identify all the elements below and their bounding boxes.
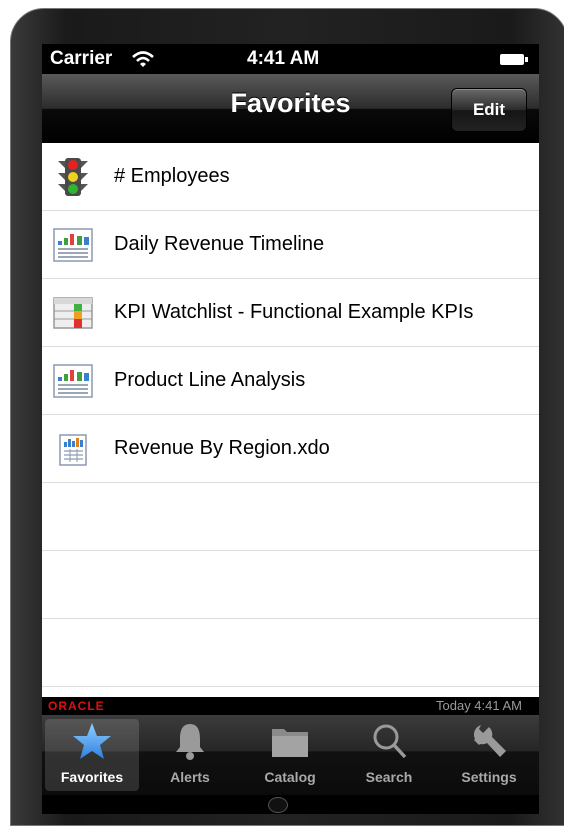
tab-label: Search <box>365 769 413 785</box>
phone-screen: Carrier 4:41 AM Favorites Edit # Employe… <box>42 44 539 814</box>
list-item-label: Revenue By Region.xdo <box>114 437 330 459</box>
status-time: 4:41 AM <box>247 48 320 69</box>
tab-catalog[interactable]: Catalog <box>243 719 337 791</box>
list-item-label: Daily Revenue Timeline <box>114 233 325 255</box>
home-button[interactable] <box>268 797 288 813</box>
last-updated-text: Today 4:41 AM <box>436 698 522 713</box>
search-icon <box>373 724 407 759</box>
oracle-logo: ORACLE <box>48 699 105 713</box>
battery-icon <box>500 54 528 65</box>
wifi-icon <box>132 51 154 67</box>
tab-favorites[interactable]: Favorites <box>45 719 139 791</box>
list-item[interactable]: Revenue By Region.xdo <box>42 415 539 483</box>
footer-bar: ORACLE Today 4:41 AM <box>42 697 539 715</box>
tab-search[interactable]: Search <box>342 719 436 791</box>
tab-label: Favorites <box>60 769 124 785</box>
dashboard-report-icon <box>53 364 93 398</box>
dashboard-report-icon <box>53 228 93 262</box>
edit-button[interactable]: Edit <box>451 88 527 132</box>
list-item-label: # Employees <box>114 165 230 187</box>
favorites-list: # Employees Daily Revenue Timeline KPI W… <box>42 143 539 697</box>
list-item-label: KPI Watchlist - Functional Example KPIs <box>114 301 474 323</box>
empty-row <box>42 483 539 551</box>
status-bar: Carrier 4:41 AM <box>42 44 539 74</box>
carrier-label: Carrier <box>50 48 113 69</box>
tab-label: Catalog <box>264 769 316 785</box>
list-item[interactable]: # Employees <box>42 143 539 211</box>
star-icon <box>73 723 111 759</box>
tab-label: Settings <box>461 769 517 785</box>
folder-icon <box>272 729 308 757</box>
wrench-icon <box>473 725 506 757</box>
traffic-light-icon <box>58 158 88 196</box>
tab-label: Alerts <box>170 769 210 785</box>
empty-row <box>42 619 539 687</box>
list-item-label: Product Line Analysis <box>114 369 306 391</box>
bell-icon <box>176 724 204 760</box>
kpi-watchlist-icon <box>53 297 93 329</box>
list-item[interactable]: KPI Watchlist - Functional Example KPIs <box>42 279 539 347</box>
tab-bar: Favorites Alerts Catalog Search Settings <box>42 715 539 795</box>
tab-alerts[interactable]: Alerts <box>143 719 237 791</box>
list-item[interactable]: Daily Revenue Timeline <box>42 211 539 279</box>
empty-row <box>42 551 539 619</box>
list-item[interactable]: Product Line Analysis <box>42 347 539 415</box>
nav-bar: Favorites Edit <box>42 74 539 143</box>
tab-settings[interactable]: Settings <box>442 719 536 791</box>
bi-publisher-report-icon <box>59 434 87 466</box>
